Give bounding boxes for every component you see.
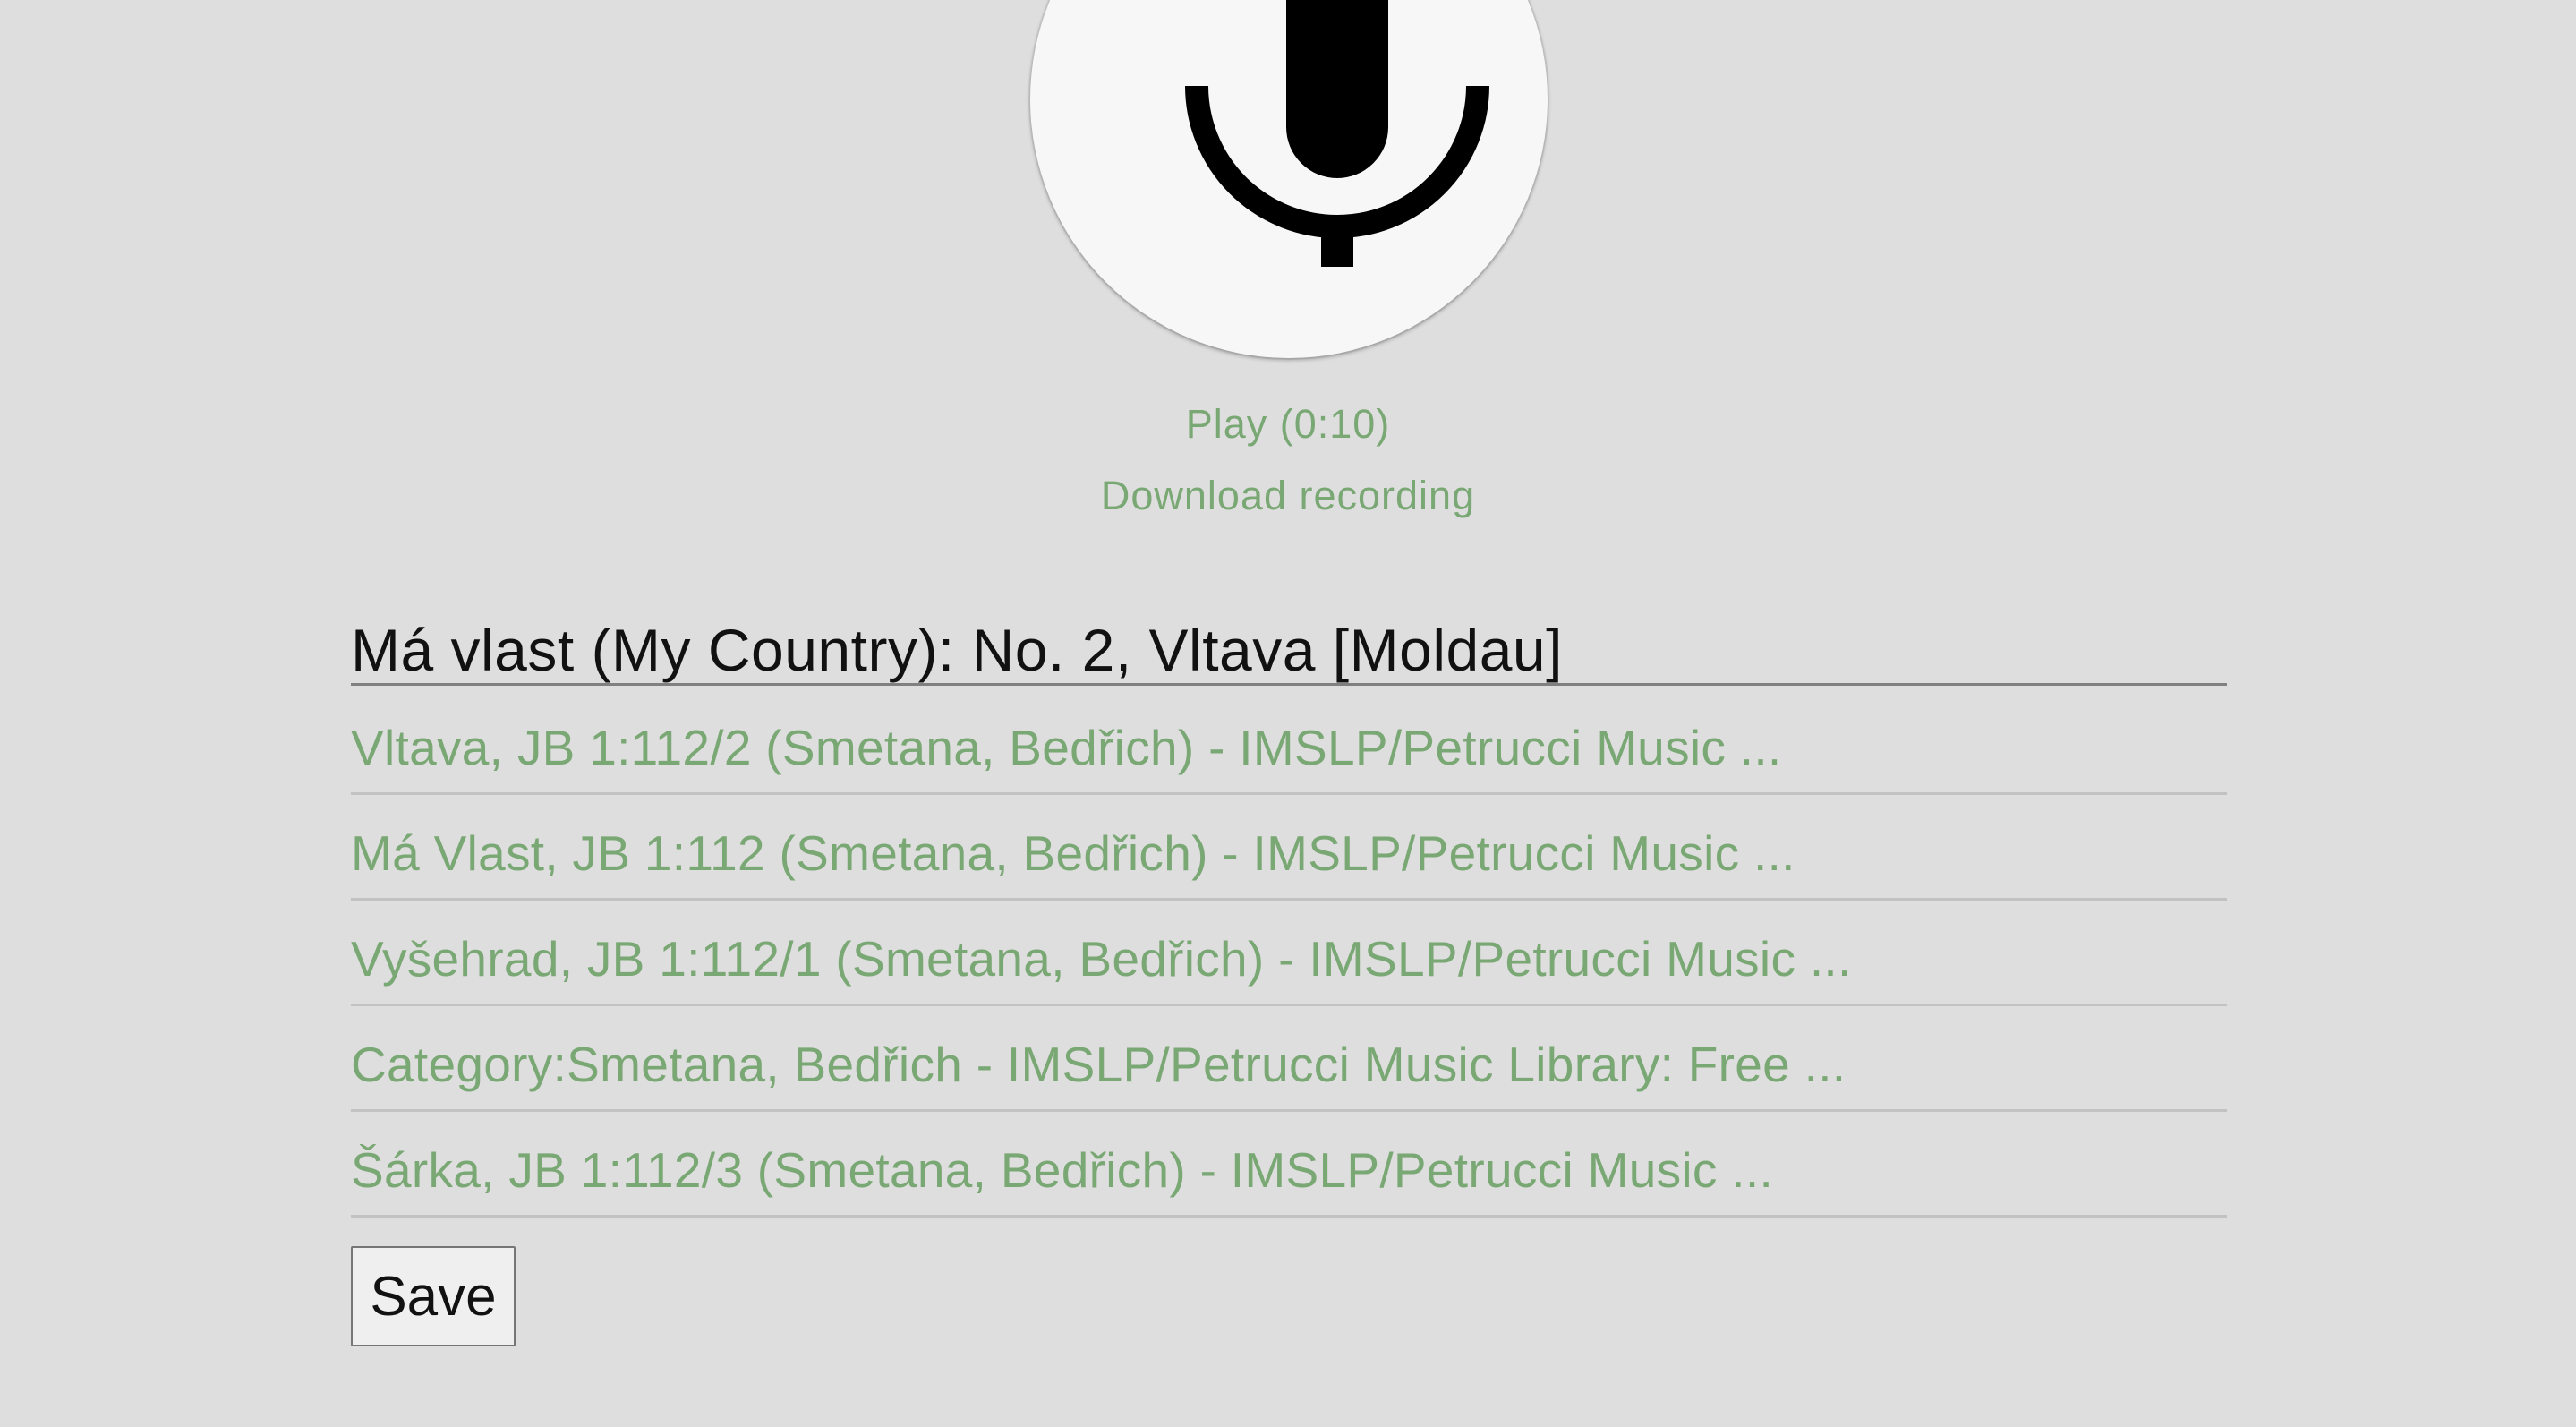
- microphone-icon: [1185, 0, 1489, 267]
- search-result-link[interactable]: Má Vlast, JB 1:112 (Smetana, Bedřich) - …: [351, 795, 2227, 901]
- song-title: Má vlast (My Country): No. 2, Vltava [Mo…: [351, 616, 2227, 686]
- play-recording-link[interactable]: Play (0:10): [0, 401, 2576, 448]
- search-result-link[interactable]: Vltava, JB 1:112/2 (Smetana, Bedřich) - …: [351, 689, 2227, 795]
- page: Play (0:10) Download recording Má vlast …: [0, 0, 2576, 1427]
- search-result-link[interactable]: Šárka, JB 1:112/3 (Smetana, Bedřich) - I…: [351, 1112, 2227, 1218]
- save-button[interactable]: Save: [351, 1246, 516, 1346]
- search-result-link[interactable]: Vyšehrad, JB 1:112/1 (Smetana, Bedřich) …: [351, 901, 2227, 1006]
- download-recording-link[interactable]: Download recording: [0, 473, 2576, 519]
- search-result-link[interactable]: Category:Smetana, Bedřich - IMSLP/Petruc…: [351, 1006, 2227, 1112]
- record-button[interactable]: [1030, 0, 1548, 358]
- search-results-list: Vltava, JB 1:112/2 (Smetana, Bedřich) - …: [351, 689, 2227, 1218]
